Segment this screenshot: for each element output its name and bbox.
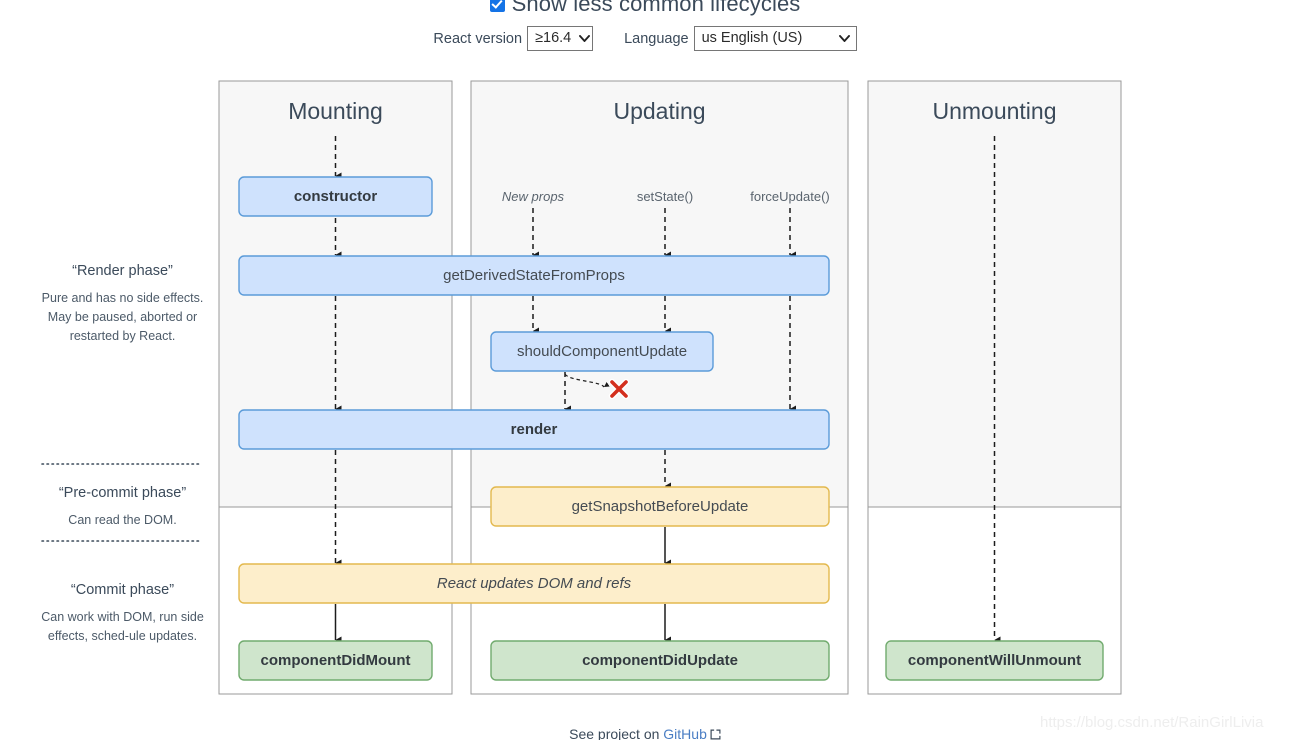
- column-title-updating: Updating: [471, 98, 848, 125]
- trigger-new-props: New props: [473, 189, 593, 204]
- column-title-mounting: Mounting: [219, 98, 452, 125]
- node-render[interactable]: render: [239, 421, 829, 438]
- phase-title-render: “Render phase”: [30, 263, 215, 279]
- node-constructor[interactable]: constructor: [239, 188, 432, 205]
- trigger-force-update: forceUpdate(): [730, 189, 850, 204]
- external-link-icon: [710, 729, 721, 740]
- node-react-updates-dom-and-refs: React updates DOM and refs: [239, 575, 829, 592]
- node-component-did-update[interactable]: componentDidUpdate: [491, 652, 829, 669]
- phase-description-render: Pure and has no side effects. May be pau…: [30, 289, 215, 346]
- github-link-label: GitHub: [663, 726, 707, 740]
- footer-text: See project on: [569, 726, 663, 740]
- node-component-did-mount[interactable]: componentDidMount: [239, 652, 432, 669]
- phase-title-pre-commit: “Pre-commit phase”: [30, 485, 215, 501]
- phase-title-commit: “Commit phase”: [30, 582, 215, 598]
- column-title-unmounting: Unmounting: [868, 98, 1121, 125]
- react-lifecycle-diagram-page: Show less common lifecycles React versio…: [0, 0, 1290, 740]
- node-get-derived-state-from-props[interactable]: getDerivedStateFromProps: [239, 267, 829, 284]
- watermark: https://blog.csdn.net/RainGirlLivia: [1040, 714, 1263, 731]
- github-link[interactable]: GitHub: [663, 726, 707, 740]
- node-get-snapshot-before-update[interactable]: getSnapshotBeforeUpdate: [491, 498, 829, 515]
- node-should-component-update[interactable]: shouldComponentUpdate: [491, 343, 713, 360]
- phase-description-pre-commit: Can read the DOM.: [30, 511, 215, 530]
- phase-description-commit: Can work with DOM, run side effects, sch…: [30, 608, 215, 646]
- lifecycle-diagram: Mounting Updating Unmounting “Render pha…: [0, 0, 1290, 740]
- node-component-will-unmount[interactable]: componentWillUnmount: [886, 652, 1103, 669]
- trigger-set-state: setState(): [605, 189, 725, 204]
